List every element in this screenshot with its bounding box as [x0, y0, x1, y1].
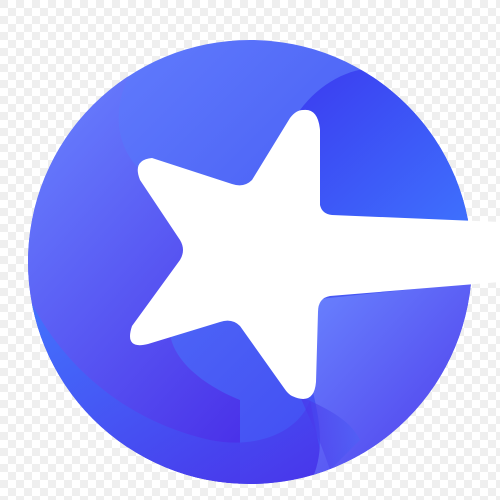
- image-canvas: [0, 0, 500, 500]
- blue-circle-star-logo-icon: [28, 40, 500, 484]
- top-right-lobe: [300, 67, 472, 240]
